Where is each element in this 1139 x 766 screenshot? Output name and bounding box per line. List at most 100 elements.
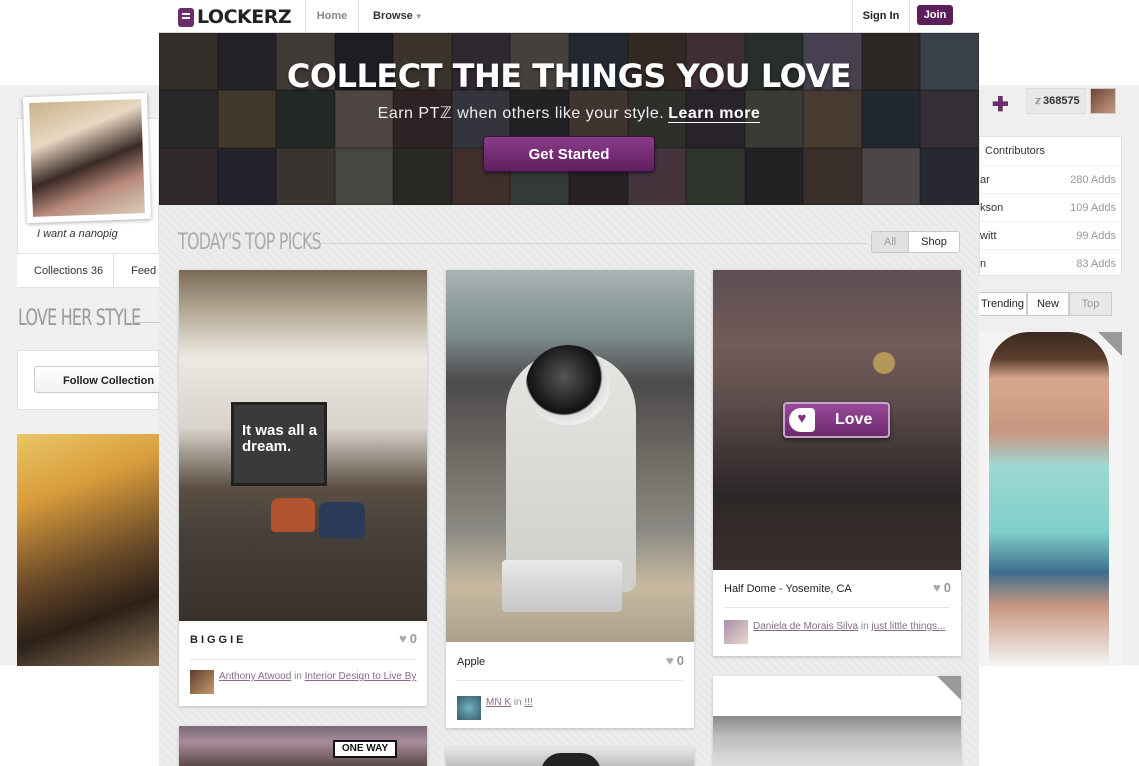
corner-flag-icon	[1098, 332, 1122, 356]
tab-top[interactable]: Top	[1069, 292, 1112, 316]
pick-image[interactable]	[446, 270, 694, 642]
street-sign: ONE WAY	[333, 740, 397, 758]
collection-link[interactable]: just little things...	[871, 621, 945, 632]
corner-flag-icon	[937, 676, 961, 700]
byline-in: in	[513, 697, 522, 708]
collection-link[interactable]: !!!	[524, 697, 532, 708]
filter-shop[interactable]: Shop	[909, 232, 959, 252]
logo-text: LOCKERZ	[197, 6, 292, 28]
chair-shape	[271, 498, 315, 532]
get-started-button[interactable]: Get Started	[483, 136, 655, 172]
pick-image[interactable]: It was all a dream.	[179, 270, 427, 621]
heart-icon: ♥	[399, 631, 407, 646]
contributor-name: n	[980, 258, 987, 270]
pick-card[interactable]	[713, 676, 961, 766]
pick-image[interactable]: ONE WAY	[179, 726, 427, 766]
plus-icon[interactable]: ✚	[992, 92, 1009, 117]
chevron-down-icon: ▼	[414, 12, 423, 21]
heading-divider	[305, 243, 867, 244]
profile-quote: I want a nanopig	[37, 228, 118, 240]
love-button[interactable]: ♥ Love	[783, 402, 890, 438]
contributor-name: ar	[980, 174, 990, 186]
avatar[interactable]	[724, 620, 748, 644]
user-link[interactable]: Daniela de Morais Silva	[753, 621, 858, 632]
pick-card[interactable]: Apple ♥ 0 MN K in !!!	[446, 270, 694, 728]
lockerz-logo-icon	[178, 7, 194, 27]
pick-image[interactable]: ♥ Love	[713, 270, 961, 570]
pick-card[interactable]: It was all a dream. BIGGIE ♥ 0 Anthony At…	[179, 270, 427, 706]
contributor-row[interactable]: witt 99 Adds	[980, 221, 1121, 249]
filter-toggle: All Shop	[871, 231, 960, 253]
chair-shape	[319, 502, 365, 538]
sign-in-link[interactable]: Sign In	[852, 0, 910, 32]
hero-banner: COLLECT THE THINGS YOU LOVE Earn PTℤ whe…	[159, 33, 979, 205]
pick-caption: BIGGIE	[190, 634, 247, 646]
image-shape	[541, 753, 601, 766]
tab-trending[interactable]: Trending	[979, 292, 1027, 316]
like-counter[interactable]: ♥ 0	[399, 631, 417, 646]
heart-icon: ♥	[666, 653, 674, 668]
filter-all[interactable]: All	[872, 232, 909, 252]
pick-card[interactable]: ♥ Love Half Dome - Yosemite, CA ♥ 0 Danie…	[713, 270, 961, 656]
moon-shape	[873, 352, 895, 374]
contributor-name: witt	[980, 230, 997, 242]
like-count: 0	[676, 653, 684, 668]
love-label: Love	[835, 411, 873, 428]
like-counter[interactable]: ♥ 0	[933, 580, 951, 595]
pick-caption: Apple	[457, 656, 486, 668]
laptop-shape	[502, 560, 622, 612]
hero-subtitle-text: Earn PTℤ when others like your style.	[377, 105, 665, 122]
love-her-style-heading: LOVE HER STYLE	[18, 306, 141, 331]
pick-card[interactable]	[446, 747, 694, 766]
pick-caption: Half Dome - Yosemite, CA	[724, 583, 852, 595]
item-photo[interactable]	[979, 332, 1122, 666]
card-divider	[190, 659, 416, 660]
tab-new[interactable]: New	[1027, 292, 1069, 316]
nav-browse[interactable]: Browse ▼	[373, 10, 423, 22]
contributor-row[interactable]: kson 109 Adds	[980, 193, 1121, 221]
logo[interactable]: LOCKERZ	[178, 6, 292, 28]
poster-text: It was all a dream.	[242, 422, 318, 455]
top-picks-heading: TODAY'S TOP PICKS	[178, 230, 322, 255]
tab-collections[interactable]: Collections 36	[17, 254, 103, 287]
model-image	[989, 332, 1109, 666]
contributor-adds: 99 Adds	[1076, 230, 1116, 242]
avatar[interactable]	[1090, 88, 1116, 114]
contributor-row[interactable]: ar 280 Adds	[980, 165, 1121, 193]
collection-link[interactable]: Interior Design to Live By	[305, 671, 417, 682]
like-counter[interactable]: ♥ 0	[666, 653, 684, 668]
top-nav: LOCKERZ Home Browse ▼ Sign In Join	[159, 0, 979, 33]
astronaut-helmet	[526, 345, 610, 425]
nav-home[interactable]: Home	[305, 0, 359, 32]
heart-icon: ♥	[933, 580, 941, 595]
points-value: 368575	[1042, 95, 1080, 107]
byline-in: in	[294, 671, 302, 682]
hero-subtitle: Earn PTℤ when others like your style. Lea…	[159, 103, 979, 123]
pick-image[interactable]	[713, 716, 961, 766]
follow-collection-button[interactable]: Follow Collection	[34, 366, 164, 393]
avatar[interactable]	[190, 670, 214, 694]
collection-photo[interactable]	[17, 434, 159, 666]
poster-art: It was all a dream.	[231, 402, 327, 486]
pick-card[interactable]: ONE WAY	[179, 726, 427, 766]
user-link[interactable]: MN K	[486, 697, 511, 708]
nav-browse-label: Browse	[373, 10, 413, 22]
heading-divider	[135, 322, 159, 323]
card-byline: MN K in !!!	[457, 696, 687, 720]
profile-tabs: Collections 36 Feed	[17, 253, 159, 287]
contributor-adds: 109 Adds	[1070, 202, 1116, 214]
join-button[interactable]: Join	[917, 5, 953, 25]
card-byline: Daniela de Morais Silva in just little t…	[724, 620, 954, 644]
avatar[interactable]	[457, 696, 481, 720]
tab-feed[interactable]: Feed	[114, 254, 156, 287]
contributor-adds: 83 Adds	[1076, 258, 1116, 270]
profile-photo	[22, 92, 152, 224]
byline-in: in	[860, 621, 869, 632]
user-link[interactable]: Anthony Atwood	[219, 671, 291, 682]
contributor-row[interactable]: n 83 Adds	[980, 249, 1121, 277]
contributor-adds: 280 Adds	[1070, 174, 1116, 186]
pick-image[interactable]	[446, 747, 694, 766]
sort-tabs: Trending New Top	[979, 292, 1122, 316]
contributor-name: kson	[980, 202, 1004, 214]
learn-more-link[interactable]: Learn more	[668, 105, 761, 123]
